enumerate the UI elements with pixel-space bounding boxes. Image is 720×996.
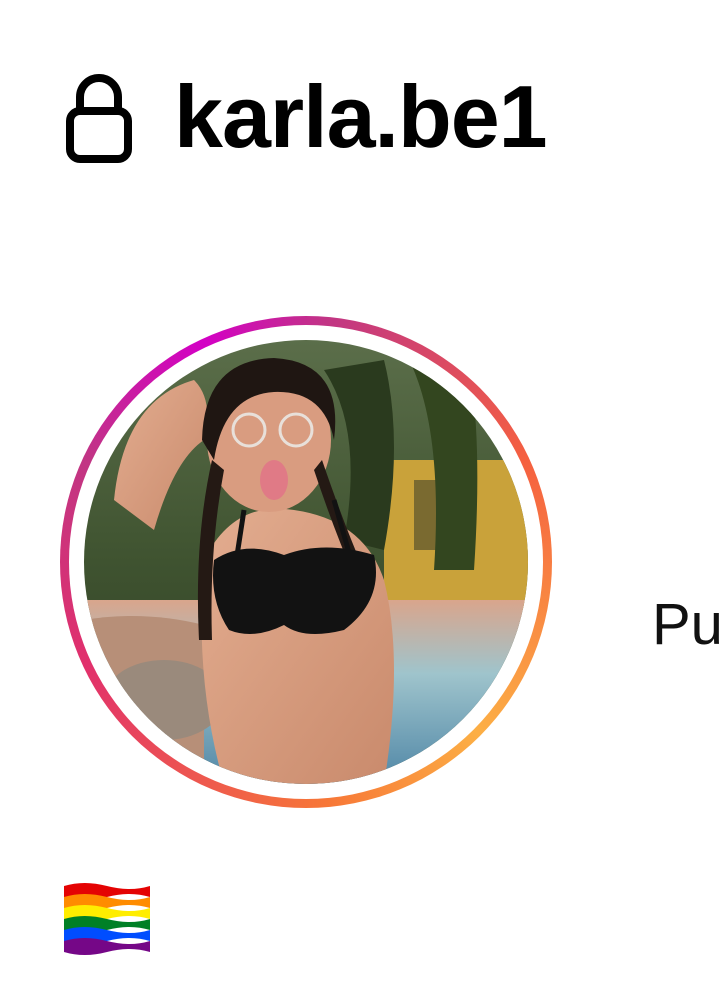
rainbow-flag-icon: [64, 883, 150, 955]
story-ring[interactable]: [60, 316, 552, 808]
posts-count-label[interactable]: Pu: [652, 596, 720, 654]
story-ring-gap: [69, 325, 543, 799]
lock-icon: [66, 74, 132, 163]
profile-avatar[interactable]: [84, 340, 528, 784]
profile-username[interactable]: karla.be1: [174, 73, 548, 161]
profile-header: karla.be1: [66, 62, 548, 172]
